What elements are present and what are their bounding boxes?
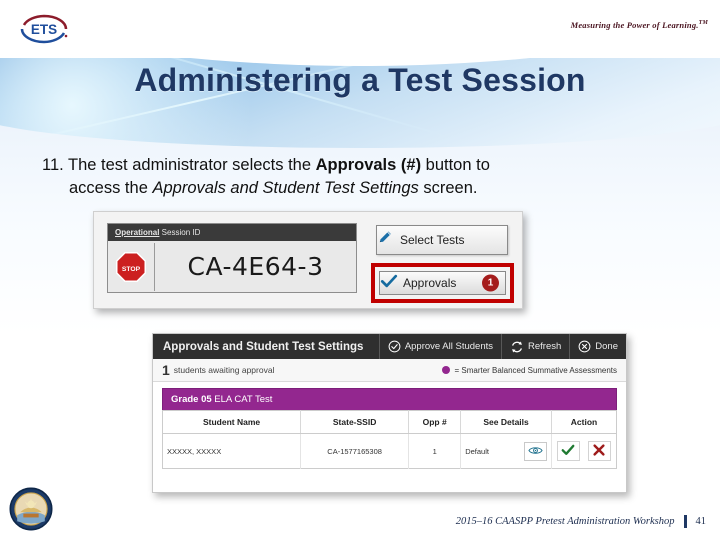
col-opp: Opp # — [408, 410, 462, 434]
bullet-line2-b: screen. — [418, 179, 478, 198]
approvals-button[interactable]: Approvals 1 — [379, 271, 506, 295]
approve-all-students-button[interactable]: Approve All Students — [378, 334, 501, 359]
legend-label: = Smarter Balanced Summative Assessments — [454, 365, 617, 375]
select-tests-label: Select Tests — [400, 233, 465, 247]
svg-text:STOP: STOP — [122, 265, 141, 272]
stop-icon[interactable]: STOP — [116, 251, 146, 282]
eye-icon — [528, 445, 543, 458]
approvals-screen-header: Approvals and Student Test Settings Appr… — [153, 334, 626, 359]
col-see-details: See Details — [460, 410, 552, 434]
pencil-icon — [377, 229, 394, 251]
approvals-table: Student Name State-SSID Opp # See Detail… — [162, 410, 617, 469]
approvals-count-badge: 1 — [482, 274, 499, 292]
cell-student-name: XXXXX, XXXXX — [162, 433, 302, 469]
bullet-line1-b: button to — [421, 156, 490, 174]
cde-seal-logo — [8, 486, 54, 532]
check-icon — [380, 272, 398, 295]
operational-session-card: Operational Session ID STOP CA-4E64-3 — [107, 223, 357, 293]
refresh-label: Refresh — [528, 341, 562, 352]
approvals-highlight-box: Approvals 1 — [371, 263, 514, 303]
check-icon — [561, 443, 575, 459]
session-toolbar-screenshot: Operational Session ID STOP CA-4E64-3 Se… — [93, 211, 523, 309]
bullet-line2-a: access the — [69, 179, 153, 198]
legend-dot-icon — [442, 366, 451, 374]
test-group-grade: Grade 05 — [171, 394, 212, 405]
test-group-name: ELA CAT Test — [211, 394, 273, 405]
assessment-legend: = Smarter Balanced Summative Assessments — [442, 366, 617, 375]
select-tests-button[interactable]: Select Tests — [376, 225, 508, 255]
approvals-subbar: 1 students awaiting approval = Smarter B… — [153, 359, 626, 382]
col-action: Action — [551, 410, 617, 434]
refresh-button[interactable]: Refresh — [501, 334, 569, 359]
slide: ETS Measuring the Power of Learning.TM A… — [0, 0, 720, 540]
bullet-number: 11. — [42, 156, 64, 174]
close-circle-icon — [578, 340, 591, 353]
cell-action — [551, 433, 617, 469]
approvals-screen-screenshot: Approvals and Student Test Settings Appr… — [152, 333, 627, 493]
done-label: Done — [595, 341, 618, 352]
bullet-approvals-bold: Approvals (#) — [315, 156, 422, 174]
x-icon — [592, 443, 606, 459]
ets-tagline: Measuring the Power of Learning.TM — [500, 20, 708, 30]
bullet-screen-italic: Approvals and Student Test Settings — [152, 179, 419, 198]
bullet-text: 11. The test administrator selects the A… — [42, 154, 682, 201]
view-details-button[interactable] — [523, 441, 547, 461]
session-id-value: CA-4E64-3 — [187, 252, 324, 281]
ets-logo: ETS — [16, 14, 72, 44]
deny-student-button[interactable] — [587, 441, 611, 461]
cell-see-details: Default — [460, 433, 552, 469]
page-number: 41 — [695, 516, 707, 527]
check-circle-icon — [388, 340, 401, 353]
refresh-icon — [510, 340, 524, 354]
footer-text: 2015–16 CAASPP Pretest Administration Wo… — [455, 516, 675, 527]
test-group-bar: Grade 05 ELA CAT Test — [162, 388, 617, 410]
tagline-text: Measuring the Power of Learning. — [570, 20, 699, 30]
table-header-row: Student Name State-SSID Opp # See Detail… — [162, 410, 617, 434]
table-row: XXXXX, XXXXX CA-1577165308 1 Default — [162, 433, 617, 469]
session-head-rest: Session ID — [159, 228, 201, 237]
svg-text:ETS: ETS — [31, 22, 57, 37]
refresh-button-partial[interactable] — [522, 225, 523, 303]
approve-all-students-label: Approve All Students — [404, 341, 494, 352]
approvals-label: Approvals — [403, 276, 457, 290]
details-value: Default — [465, 446, 489, 456]
col-state-ssid: State-SSID — [300, 410, 410, 434]
cell-opp: 1 — [408, 433, 462, 469]
cell-state-ssid: CA-1577165308 — [300, 433, 410, 469]
session-card-header: Operational Session ID — [108, 224, 356, 241]
col-student-name: Student Name — [162, 410, 302, 434]
approve-student-button[interactable] — [556, 441, 580, 461]
awaiting-count: 1 — [162, 362, 170, 378]
footer-divider — [683, 515, 687, 528]
approvals-screen-title: Approvals and Student Test Settings — [163, 340, 364, 353]
session-head-operational: Operational — [115, 228, 160, 237]
page-title: Administering a Test Session — [134, 62, 586, 98]
bullet-line1-a: The test administrator selects the — [68, 156, 316, 174]
tagline-tm: TM — [698, 20, 708, 27]
footer: 2015–16 CAASPP Pretest Administration Wo… — [456, 515, 706, 528]
done-button[interactable]: Done — [569, 334, 626, 359]
awaiting-label: students awaiting approval — [173, 365, 275, 375]
